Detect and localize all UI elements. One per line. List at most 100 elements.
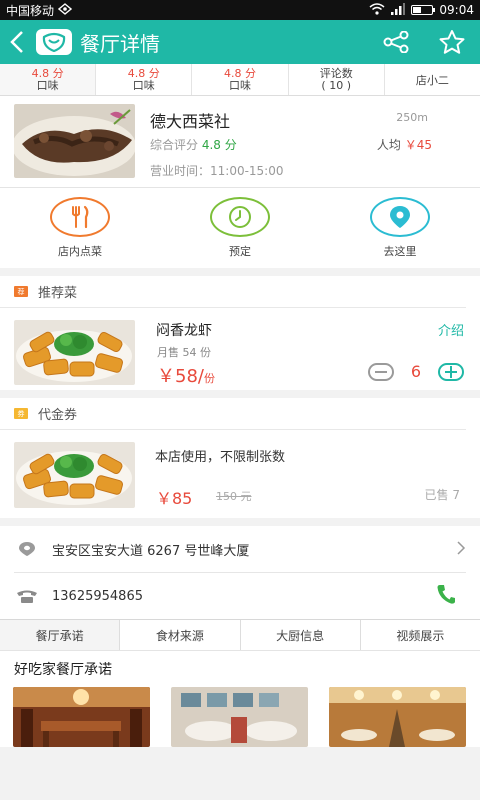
promise-photo-3[interactable] [329,687,466,747]
order-label: 店内点菜 [58,245,102,258]
promise-photo-2[interactable] [171,687,308,747]
rating-taste-3[interactable]: 4.8 分 口味 [192,64,289,95]
map-pin-icon [390,206,410,228]
share-button[interactable] [368,20,424,64]
phone-row[interactable]: 13625954865 [0,573,480,619]
utensils-icon [72,205,89,229]
app-bar: 餐厅详情 [0,20,480,64]
distance: 250m [396,111,428,124]
dish-intro-link[interactable]: 介绍 [438,320,464,339]
voucher-original-price: 150 元 [216,490,252,503]
quantity-value: 6 [410,362,422,381]
clock-icon [229,206,251,228]
rating-taste-1[interactable]: 4.8 分 口味 [0,64,97,95]
back-button[interactable] [0,20,34,64]
restaurant-card: 德大西菜社 250m 综合评分 4.8 分 人均 ￥45 营业时间：11:00-… [0,96,480,188]
dish-price-unit: 份 [203,372,215,385]
voucher-price: ￥85 [156,489,193,508]
tab-ingredients[interactable]: 食材来源 [120,620,241,650]
reserve-button[interactable]: 预定 [160,188,320,268]
tab-video[interactable]: 视频展示 [361,620,480,650]
voucher-section: 券 代金券 本店使用，不限制张数 ￥85 150 元 已售 7 [0,398,480,518]
spacer [0,268,480,276]
rating-label: 口味 [36,78,59,92]
rating-bar: 4.8 分 口味 4.8 分 口味 4.8 分 口味 评论数 ( 10 ) 店小… [0,64,480,96]
location-pin-icon [14,541,40,557]
navigate-button[interactable]: 去这里 [320,188,480,268]
rating-label: 口味 [229,78,251,92]
address-text: 宝安区宝安大道 6267 号世峰大厦 [52,543,250,559]
share-icon [383,31,409,53]
reviews-count: ( 10 ) [321,78,351,92]
dish-price-value: ￥58/ [157,366,204,387]
voucher-title: 代金券 [38,408,78,423]
avg-label: 人均 [376,138,401,152]
voucher-header: 券 代金券 [0,398,466,430]
business-hours: 营业时间：11:00-15:00 [150,164,284,178]
chevron-right-icon [456,539,466,560]
reserve-circle [210,197,270,237]
app-logo [36,29,72,55]
restaurant-name: 德大西菜社 [150,112,231,131]
rating-taste-2[interactable]: 4.8 分 口味 [96,64,193,95]
promise-title: 好吃家餐厅承诺 [14,662,112,678]
score-value: 4.8 分 [201,138,237,152]
avg-value: ￥45 [404,138,432,152]
overall-score: 综合评分 4.8 分 [150,136,237,153]
order-in-store-button[interactable]: 店内点菜 [0,188,160,268]
star-icon [439,30,465,54]
restaurant-photo[interactable] [14,104,135,178]
phone-call-icon [437,585,455,604]
favorite-button[interactable] [424,20,480,64]
promise-section: 好吃家餐厅承诺 [0,651,480,747]
tab-chef[interactable]: 大厨信息 [241,620,361,650]
waiter-label: 店小二 [415,73,449,87]
dish-price: ￥58/份 [157,362,215,388]
telephone-icon [14,589,40,603]
signal-icon [391,2,406,18]
dish-photo[interactable] [14,320,135,385]
navigate-circle [370,197,430,237]
recommended-title: 推荐菜 [38,286,78,301]
plus-button[interactable] [438,362,464,381]
minus-button[interactable] [368,362,394,381]
clock-time: 09:04 [439,3,474,17]
page-title: 餐厅详情 [80,31,160,56]
promise-photo-1[interactable] [13,687,150,747]
voucher-sold-count: 已售 7 [424,488,460,502]
dish-name: 闷香龙虾 [156,323,212,339]
tab-promise[interactable]: 餐厅承诺 [0,620,121,650]
voucher-tag-icon: 券 [14,408,28,419]
address-row[interactable]: 宝安区宝安大道 6267 号世峰大厦 [0,526,480,572]
status-bar: 中国移动 09:04 [0,0,480,20]
spacer [0,390,480,398]
phone-number: 13625954865 [52,588,143,604]
reviews-count-tab[interactable]: 评论数 ( 10 ) [289,64,385,95]
score-label: 综合评分 [150,138,199,152]
rating-value: 4.8 分 [31,66,64,80]
carrier-name: 中国移动 [6,3,55,18]
quantity-stepper: 6 [368,362,464,381]
call-button[interactable] [436,583,456,609]
rating-value: 4.8 分 [224,66,256,80]
recommend-tag-icon: 荐 [14,286,28,297]
rating-label: 口味 [132,78,155,92]
quick-actions: 店内点菜 预定 去这里 [0,188,480,268]
dish-item[interactable]: 闷香龙虾 介绍 月售 54 份 ￥58/份 6 [0,308,480,390]
wifi-icon [369,2,385,18]
voucher-item[interactable]: 本店使用，不限制张数 ￥85 150 元 已售 7 [0,430,480,518]
battery-icon [411,5,436,15]
average-price: 人均 ￥45 [377,136,432,153]
voucher-photo[interactable] [14,442,135,508]
waiter-tab[interactable]: 店小二 [385,64,480,95]
dish-monthly-sales: 月售 54 份 [157,346,211,359]
plus-icon [445,365,457,378]
recommended-header: 荐 推荐菜 [0,276,466,308]
spacer [0,518,480,526]
back-arrow-icon [10,31,23,53]
recommended-section: 荐 推荐菜 闷香龙虾 介绍 月售 54 份 ￥58/份 6 [0,276,480,390]
reviews-label: 评论数 [319,66,353,80]
rating-value: 4.8 分 [127,66,160,80]
voucher-description: 本店使用，不限制张数 [155,450,286,465]
order-circle [50,197,110,237]
